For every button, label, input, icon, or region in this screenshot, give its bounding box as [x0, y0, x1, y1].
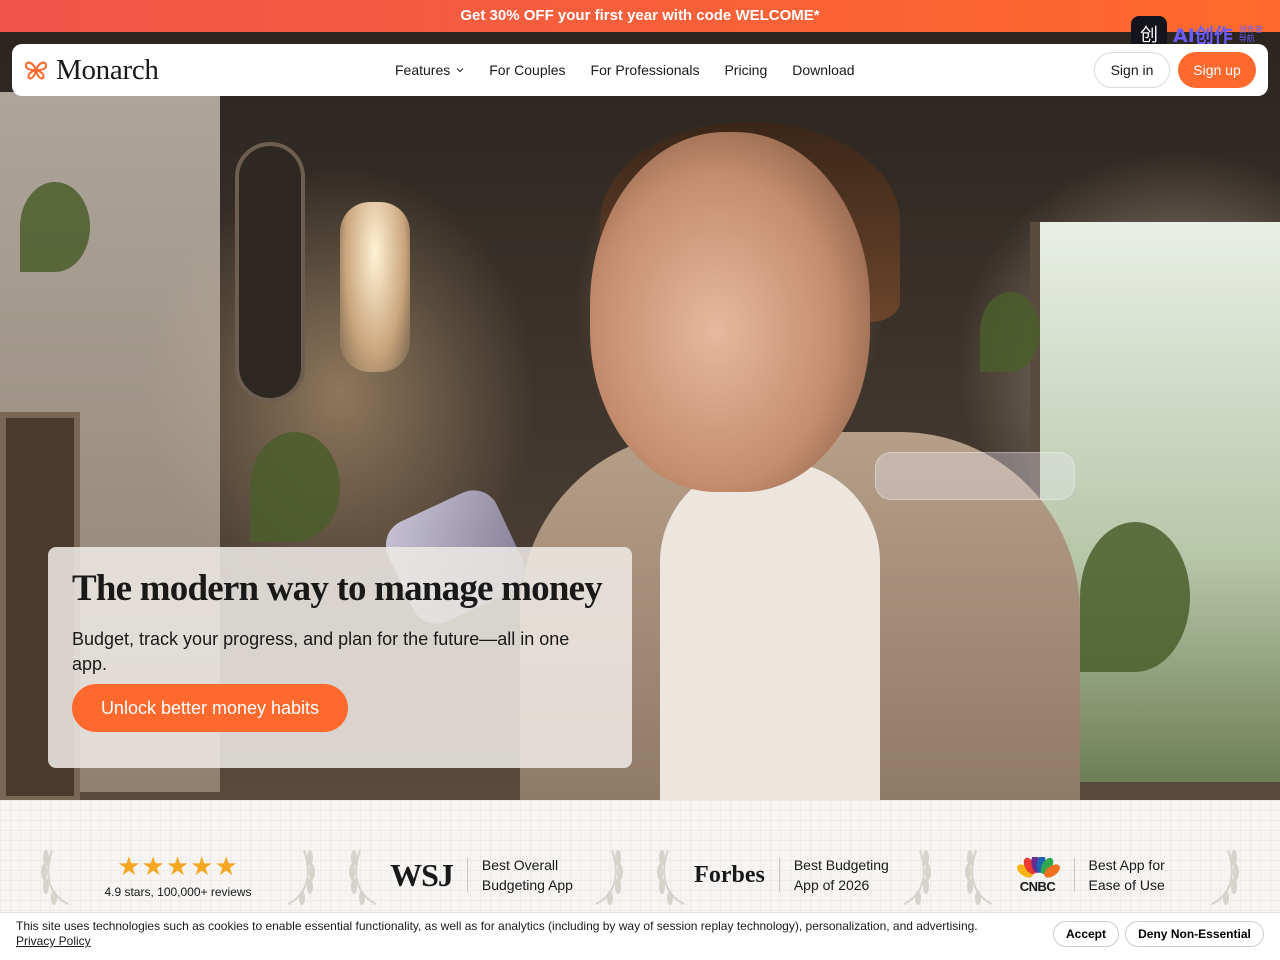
top-nav: Monarch Features For Couples For Profess…: [12, 44, 1268, 96]
sign-up-button[interactable]: Sign up: [1178, 52, 1256, 88]
cnbc-wordmark: CNBC: [1019, 878, 1056, 894]
hero-plant-leaf: [1080, 522, 1190, 672]
hero-plant-leaf: [250, 432, 340, 542]
forbes-logo: Forbes: [694, 861, 765, 888]
award-cnbc-content: CNBC Best App for Ease of Use: [1002, 840, 1202, 910]
five-stars-icon: ★★★★★: [117, 851, 239, 881]
hero-lamp: [340, 202, 410, 372]
nav-link-label: Features: [395, 62, 451, 78]
award-text: Best App for Ease of Use: [1089, 855, 1189, 895]
nav-link-for-couples[interactable]: For Couples: [489, 62, 565, 78]
nav-links: Features For Couples For Professionals P…: [395, 44, 855, 96]
cookie-message: This site uses technologies such as cook…: [16, 919, 978, 933]
cookie-text: This site uses technologies such as cook…: [16, 919, 1036, 949]
cnbc-logo: CNBC: [1016, 856, 1060, 894]
nav-link-features[interactable]: Features: [395, 62, 464, 78]
cnbc-peacock-icon: [1016, 856, 1060, 878]
laurel-left-icon: [349, 849, 377, 905]
laurel-right-icon: [287, 849, 315, 905]
hero-floating-card: [875, 452, 1075, 500]
logo-link[interactable]: Monarch: [24, 44, 159, 96]
award-text-line: App of 2026: [793, 877, 870, 893]
award-forbes: Forbes Best Budgeting App of 2026: [654, 840, 934, 910]
award-wsj-content: WSJ Best Overall Budgeting App: [386, 840, 586, 910]
promo-text: Get 30% OFF your first year with code WE…: [460, 7, 820, 24]
hero-plant-leaf: [20, 182, 90, 272]
award-text-line: Best App for: [1088, 857, 1165, 873]
accept-cookies-button[interactable]: Accept: [1053, 921, 1119, 947]
hero-plant-leaf: [980, 292, 1040, 372]
rating-text: 4.9 stars, 100,000+ reviews: [104, 885, 252, 899]
award-rating: ★★★★★ 4.9 stars, 100,000+ reviews: [38, 840, 318, 910]
watermark-small: 创作者 导航: [1238, 25, 1263, 43]
laurel-left-icon: [41, 849, 69, 905]
privacy-policy-link[interactable]: Privacy Policy: [16, 934, 91, 948]
hero-subtitle: Budget, track your progress, and plan fo…: [72, 629, 570, 674]
award-cnbc: CNBC Best App for Ease of Use: [962, 840, 1242, 910]
hero-mirror: [235, 142, 305, 402]
award-text-line: Best Budgeting: [793, 857, 889, 873]
hero-person-shirt: [660, 462, 880, 800]
award-rating-content: ★★★★★ 4.9 stars, 100,000+ reviews: [78, 840, 278, 910]
laurel-left-icon: [965, 849, 993, 905]
award-divider: [1073, 858, 1075, 892]
laurel-right-icon: [903, 849, 931, 905]
laurel-left-icon: [657, 849, 685, 905]
deny-non-essential-button[interactable]: Deny Non-Essential: [1125, 921, 1264, 947]
nav-link-download[interactable]: Download: [792, 62, 854, 78]
hero-card: The modern way to manage money Budget, t…: [48, 547, 632, 768]
laurel-right-icon: [1211, 849, 1239, 905]
cookie-banner: This site uses technologies such as cook…: [0, 912, 1280, 960]
hero-cta-button[interactable]: Unlock better money habits: [72, 684, 348, 732]
logo-text: Monarch: [56, 53, 159, 86]
awards-strip: ★★★★★ 4.9 stars, 100,000+ reviews WSJ Be…: [0, 800, 1280, 912]
award-divider: [778, 858, 780, 892]
award-text-line: Best Overall: [481, 857, 559, 873]
award-divider: [466, 858, 468, 892]
hero-person-face: [590, 132, 870, 492]
award-wsj: WSJ Best Overall Budgeting App: [346, 840, 626, 910]
sign-in-button[interactable]: Sign in: [1094, 52, 1170, 88]
award-text: Best Budgeting App of 2026: [794, 855, 894, 895]
nav-link-for-professionals[interactable]: For Professionals: [591, 62, 700, 78]
award-text-line: Budgeting App: [481, 877, 573, 893]
award-forbes-content: Forbes Best Budgeting App of 2026: [694, 840, 894, 910]
award-text-line: Ease of Use: [1088, 877, 1165, 893]
laurel-right-icon: [595, 849, 623, 905]
butterfly-logo-icon: [24, 61, 48, 80]
promo-banner[interactable]: Get 30% OFF your first year with code WE…: [0, 0, 1280, 32]
hero-title: The modern way to manage money: [72, 568, 603, 609]
award-text: Best Overall Budgeting App: [482, 855, 582, 895]
nav-link-pricing[interactable]: Pricing: [724, 62, 767, 78]
wsj-logo: WSJ: [390, 856, 454, 893]
chevron-down-icon: [456, 68, 464, 73]
